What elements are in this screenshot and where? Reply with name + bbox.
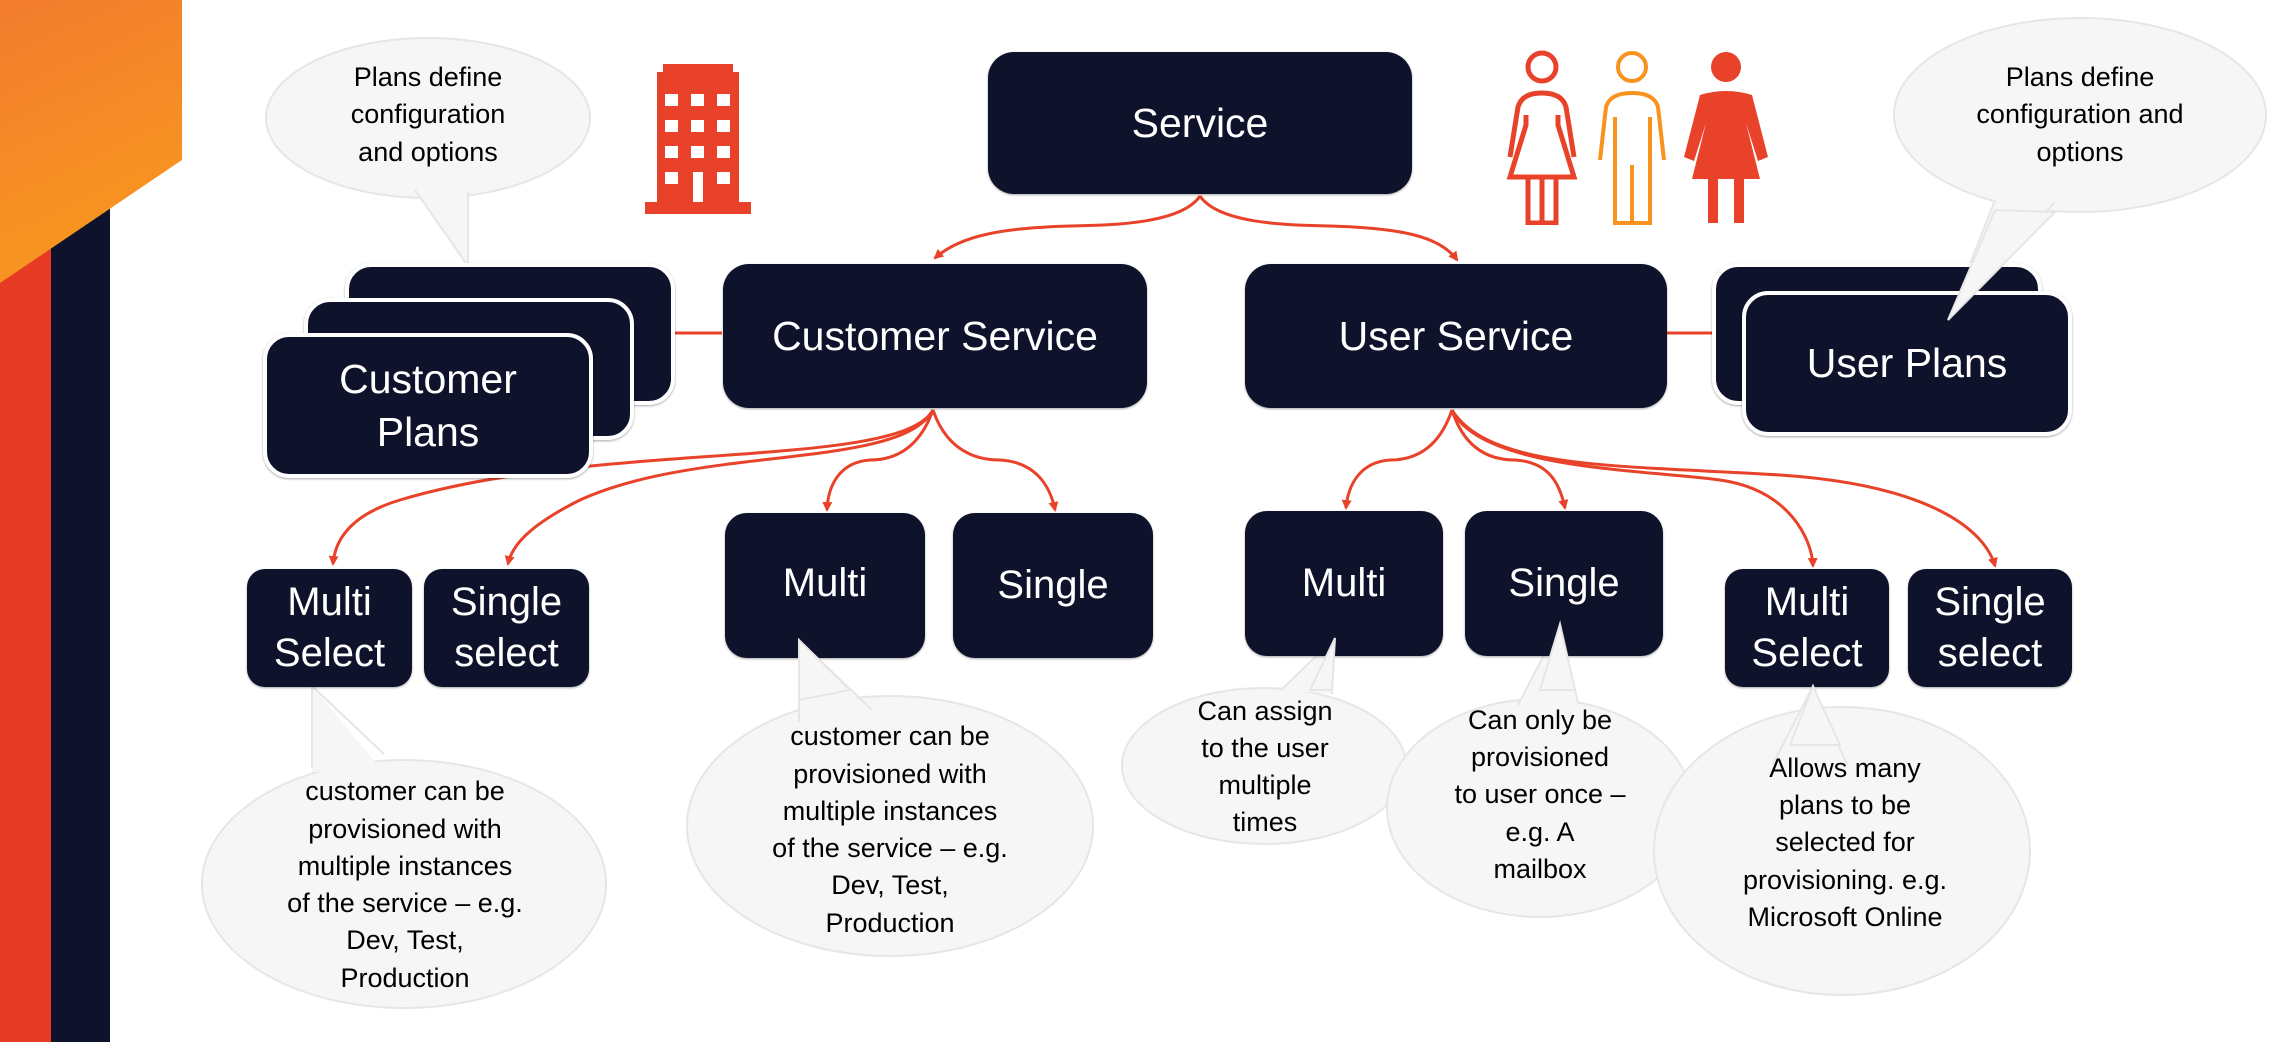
callout-user-multi-select-tail [1788, 683, 1842, 746]
callout-user-plans-tail [1947, 208, 2058, 321]
callout-user-single-tail [1538, 620, 1577, 691]
users-icon-group [1506, 50, 1768, 225]
callout-customer-multi-tail [798, 637, 853, 702]
woman-filled-icon [1684, 52, 1768, 223]
callout-user-multi-tail [1308, 637, 1336, 691]
man-outline-icon [1598, 51, 1666, 225]
callout-tail-layer [798, 208, 2058, 746]
building-icon [645, 64, 751, 214]
woman-outline-icon [1506, 50, 1578, 225]
